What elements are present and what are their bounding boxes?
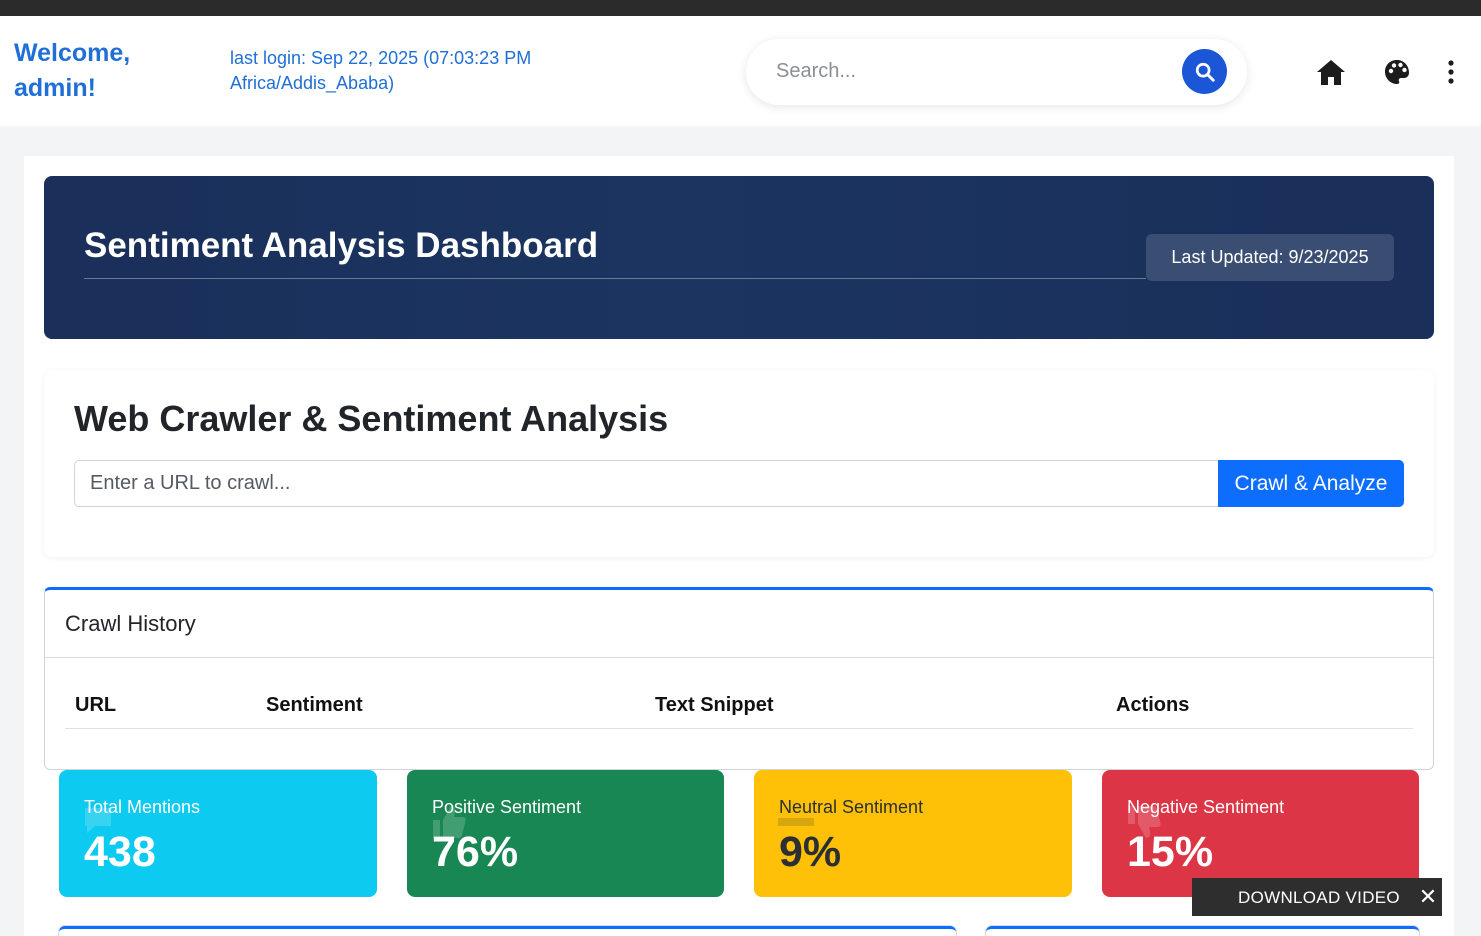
column-header-sentiment: Sentiment	[266, 694, 363, 716]
last-login-text: last login: Sep 22, 2025 (07:03:23 PM Af…	[230, 48, 532, 93]
page-title: Sentiment Analysis Dashboard	[84, 226, 599, 265]
home-button[interactable]	[1313, 54, 1349, 90]
dashboard-hero-banner: Sentiment Analysis Dashboard Last Update…	[44, 176, 1434, 339]
stat-label: Negative Sentiment	[1127, 797, 1285, 817]
last-updated-badge: Last Updated: 9/23/2025	[1146, 234, 1394, 281]
search-box	[746, 39, 1247, 105]
top-header: Welcome, admin! last login: Sep 22, 2025…	[0, 16, 1481, 126]
hero-divider	[84, 278, 1146, 279]
url-input[interactable]	[74, 460, 1220, 507]
more-menu-button[interactable]	[1438, 54, 1464, 90]
crawler-title: Web Crawler & Sentiment Analysis	[74, 398, 669, 439]
download-video-button[interactable]: DOWNLOAD VIDEO	[1238, 888, 1400, 908]
crawl-analyze-button[interactable]: Crawl & Analyze	[1218, 460, 1404, 507]
stat-value: 9%	[779, 828, 842, 876]
chart-card-right	[986, 926, 1419, 936]
browser-top-strip	[0, 0, 1481, 16]
kebab-menu-icon	[1448, 60, 1454, 84]
stat-value: 76%	[432, 828, 519, 876]
theme-palette-button[interactable]	[1379, 54, 1415, 90]
stat-label: Positive Sentiment	[432, 797, 582, 817]
search-input[interactable]	[776, 55, 1176, 87]
crawl-history-title: Crawl History	[65, 611, 196, 636]
table-header-divider	[65, 728, 1413, 729]
palette-icon	[1385, 60, 1409, 84]
stat-card-total-mentions: Total Mentions 438	[59, 770, 377, 897]
search-button[interactable]	[1182, 49, 1227, 94]
stat-value: 15%	[1127, 828, 1214, 876]
column-header-text-snippet: Text Snippet	[655, 694, 774, 716]
home-icon	[1317, 60, 1345, 85]
column-header-actions: Actions	[1116, 694, 1190, 716]
stat-value: 438	[84, 828, 156, 876]
chart-card-left	[59, 926, 956, 936]
crawl-history-card: Crawl History URL Sentiment Text Snippet…	[44, 587, 1434, 770]
download-video-bar: DOWNLOAD VIDEO ✕	[1192, 878, 1442, 916]
stat-card-positive-sentiment: Positive Sentiment 76%	[407, 770, 724, 897]
close-icon[interactable]: ✕	[1418, 885, 1438, 909]
card-header-divider	[45, 657, 1433, 658]
stat-card-neutral-sentiment: Neutral Sentiment 9%	[754, 770, 1072, 897]
stat-label: Total Mentions	[84, 797, 201, 817]
search-icon	[1195, 62, 1215, 82]
stat-label: Neutral Sentiment	[779, 797, 924, 817]
welcome-text: Welcome, admin!	[14, 39, 131, 102]
web-crawler-card: Web Crawler & Sentiment Analysis Crawl &…	[44, 370, 1434, 557]
column-header-url: URL	[75, 694, 117, 716]
